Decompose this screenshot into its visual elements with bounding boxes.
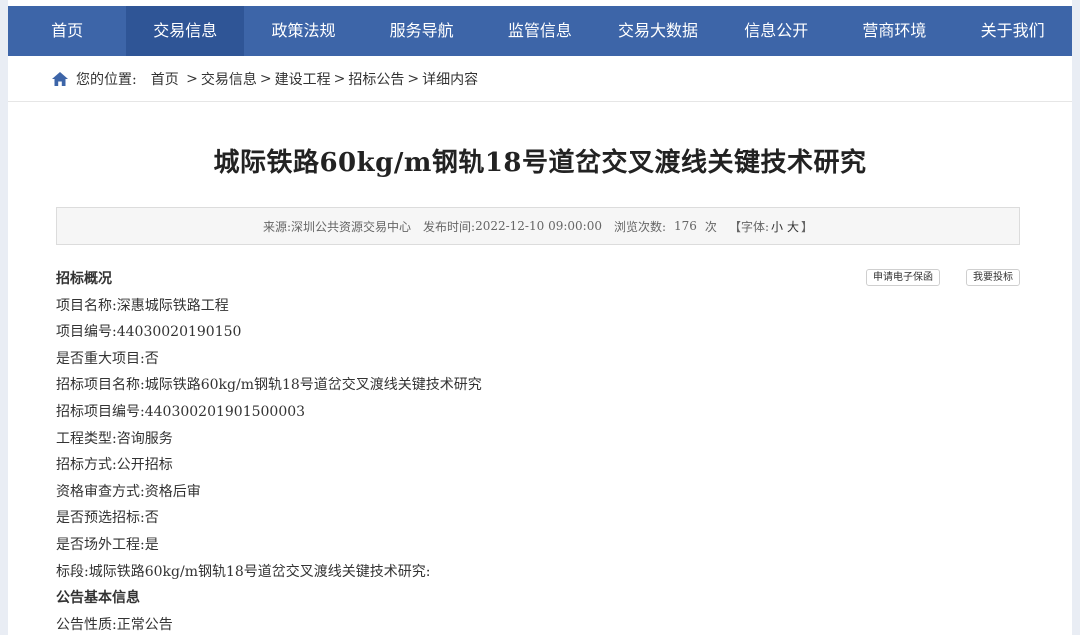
breadcrumb-separator: >	[181, 70, 198, 87]
breadcrumb-separator: >	[333, 70, 346, 87]
font-size-label: 【字体:	[728, 219, 769, 234]
info-row: 资格审查方式:资格后审	[56, 483, 201, 500]
publish-label: 发布时间:	[423, 219, 476, 234]
section-heading: 招标概况	[56, 271, 112, 287]
nav-item-supervision[interactable]: 监管信息	[481, 6, 599, 56]
breadcrumb-construction[interactable]: 建设工程	[275, 69, 331, 89]
nav-item-trade-info[interactable]: 交易信息	[126, 6, 245, 56]
info-row: 项目编号:44030020190150	[56, 324, 242, 341]
breadcrumb-home[interactable]: 首页	[151, 69, 179, 89]
font-small-button[interactable]: 小	[771, 218, 783, 235]
info-row: 是否预选招标:否	[56, 510, 159, 527]
info-row: 招标项目编号:440300201901500003	[56, 403, 306, 420]
source-label: 来源:	[262, 219, 291, 234]
font-large-button[interactable]: 大	[787, 218, 799, 235]
info-row: 是否场外工程:是	[56, 536, 159, 553]
source-value: 深圳公共资源交易中心	[291, 219, 412, 234]
section-heading: 公告基本信息	[56, 590, 140, 607]
publish-time: 2022-12-10 09:00:00	[475, 219, 602, 233]
breadcrumb-separator: >	[407, 70, 420, 87]
top-nav: 首页 交易信息 政策法规 服务导航 监管信息 交易大数据 信息公开 营商环境 关…	[8, 6, 1072, 56]
info-row: 工程类型:咨询服务	[56, 430, 173, 447]
nav-item-big-data[interactable]: 交易大数据	[599, 6, 717, 56]
font-size-close: 】	[801, 219, 814, 234]
home-icon	[52, 71, 68, 86]
nav-item-about[interactable]: 关于我们	[954, 6, 1072, 56]
info-row: 标段:城际铁路60kg/m钢轨18号道岔交叉渡线关键技术研究:	[56, 563, 431, 580]
views-unit: 次	[704, 219, 717, 234]
breadcrumb-trade-info[interactable]: 交易信息	[201, 69, 257, 89]
views-label: 浏览次数:	[613, 219, 667, 234]
article-meta: 来源: 深圳公共资源交易中心 发布时间: 2022-12-10 09:00:00…	[56, 207, 1020, 245]
info-row: 招标方式:公开招标	[56, 457, 173, 474]
info-row: 是否重大项目:否	[56, 350, 159, 367]
nav-item-service[interactable]: 服务导航	[363, 6, 481, 56]
breadcrumb-current: 详细内容	[422, 71, 479, 88]
nav-item-home[interactable]: 首页	[8, 6, 126, 56]
breadcrumb: 您的位置: 首页 > 交易信息 > 建设工程 > 招标公告 > 详细内容	[8, 56, 1072, 102]
nav-item-policy[interactable]: 政策法规	[244, 6, 362, 56]
page-title: 城际铁路60kg/m钢轨18号道岔交叉渡线关键技术研究	[213, 148, 867, 178]
page: 首页 交易信息 政策法规 服务导航 监管信息 交易大数据 信息公开 营商环境 关…	[8, 0, 1072, 635]
info-row: 招标项目名称:城际铁路60kg/m钢轨18号道岔交叉渡线关键技术研究	[56, 377, 482, 394]
breadcrumb-tender-notice[interactable]: 招标公告	[348, 69, 404, 89]
info-row: 公告性质:正常公告	[56, 616, 173, 633]
breadcrumb-prefix: 您的位置:	[76, 71, 137, 88]
info-row: 项目名称:深惠城际铁路工程	[56, 297, 229, 314]
nav-item-disclosure[interactable]: 信息公开	[717, 6, 835, 56]
breadcrumb-separator: >	[259, 70, 272, 87]
views-count: 176	[674, 219, 697, 233]
nav-item-business-env[interactable]: 营商环境	[835, 6, 953, 56]
article-content: 招标概况 项目名称:深惠城际铁路工程 项目编号:44030020190150 是…	[56, 266, 1016, 635]
